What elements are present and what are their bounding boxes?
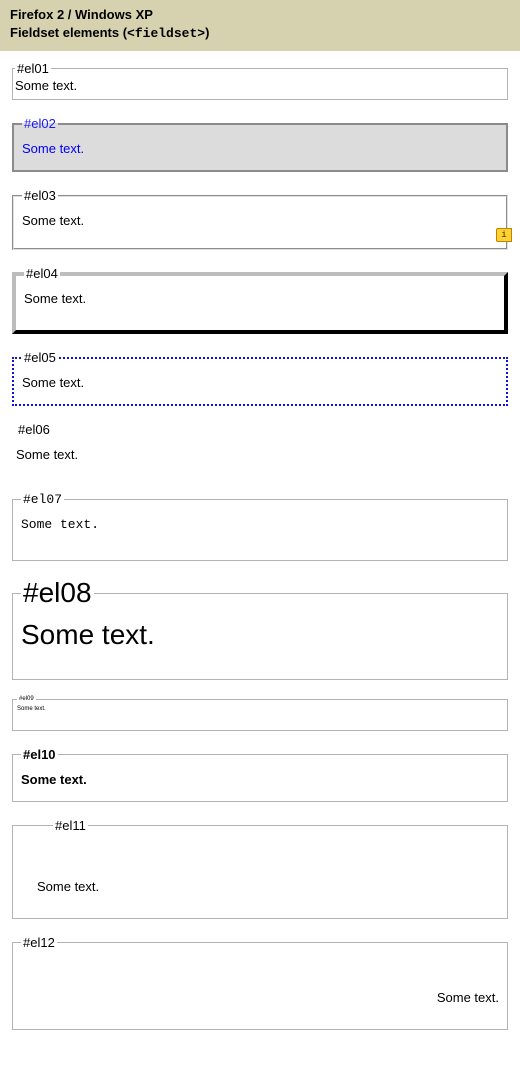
fieldset-el12: #el12 Some text. [12,935,508,1030]
text-el09: Some text. [17,706,46,712]
text-el07: Some text. [21,517,99,532]
legend-el07: #el07 [21,492,64,507]
legend-el09: #el09 [17,696,36,702]
legend-el06: #el06 [16,422,52,437]
text-el10: Some text. [21,772,87,787]
legend-el12: #el12 [21,935,57,950]
legend-el10: #el10 [21,747,58,762]
legend-el02: #el02 [22,116,58,131]
text-el02: Some text. [22,141,84,156]
fieldset-el03: #el03 Some text. i [12,188,508,250]
fieldset-el01: #el01 Some text. [12,61,508,100]
page-header: Firefox 2 / Windows XP Fieldset elements… [0,0,520,51]
fieldset-el02: #el02 Some text. [12,116,508,172]
info-icon: i [496,228,512,242]
fieldset-el09: #el09 Some text. [12,696,508,731]
text-el08: Some text. [21,619,155,650]
header-prefix: Fieldset elements ( [10,25,127,40]
fieldset-el07: #el07 Some text. [12,492,508,561]
text-el11: Some text. [37,879,99,894]
legend-el04: #el04 [24,266,60,281]
header-suffix: ) [205,25,209,40]
page-body: #el01 Some text. #el02 Some text. #el03 … [0,51,520,1066]
legend-el03: #el03 [22,188,58,203]
fieldset-el08: #el08 Some text. [12,577,508,680]
text-el06: Some text. [16,447,78,462]
legend-el01: #el01 [15,61,51,76]
legend-el11: #el11 [53,818,88,833]
header-line-2: Fieldset elements (<fieldset>) [10,24,510,43]
header-code: <fieldset> [127,26,205,41]
text-el12: Some text. [437,990,499,1005]
fieldset-el06: #el06 Some text. [12,422,508,476]
text-el03: Some text. [22,213,84,228]
text-el01: Some text. [15,78,77,93]
fieldset-el05: #el05 Some text. [12,350,508,406]
text-el05: Some text. [22,375,84,390]
legend-el05: #el05 [22,350,58,365]
fieldset-el10: #el10 Some text. [12,747,508,802]
text-el04: Some text. [24,291,86,306]
legend-el08: #el08 [21,577,94,609]
fieldset-el04: #el04 Some text. [12,266,508,334]
fieldset-el11: #el11 Some text. [12,818,508,919]
header-line-1: Firefox 2 / Windows XP [10,6,510,24]
